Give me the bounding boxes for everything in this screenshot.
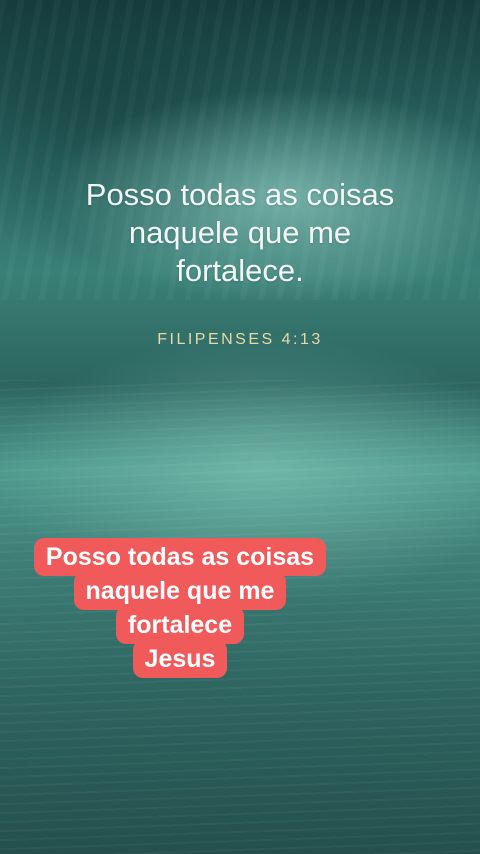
- caption-line: naquele que me: [73, 572, 287, 610]
- verse-line: fortalece.: [176, 253, 304, 288]
- caption-line: Posso todas as coisas: [33, 538, 327, 576]
- story-background: Posso todas as coisas naquele que me for…: [0, 0, 480, 854]
- caption-sticker[interactable]: Posso todas as coisas naquele que me for…: [0, 538, 360, 678]
- verse-reference: FILIPENSES 4:13: [157, 331, 323, 348]
- caption-line: fortalece: [115, 606, 245, 644]
- verse-line: Posso todas as coisas: [85, 177, 395, 212]
- caption-line: Jesus: [132, 640, 228, 678]
- verse-text: Posso todas as coisas naquele que me for…: [0, 176, 480, 290]
- verse-line: naquele que me: [128, 215, 352, 250]
